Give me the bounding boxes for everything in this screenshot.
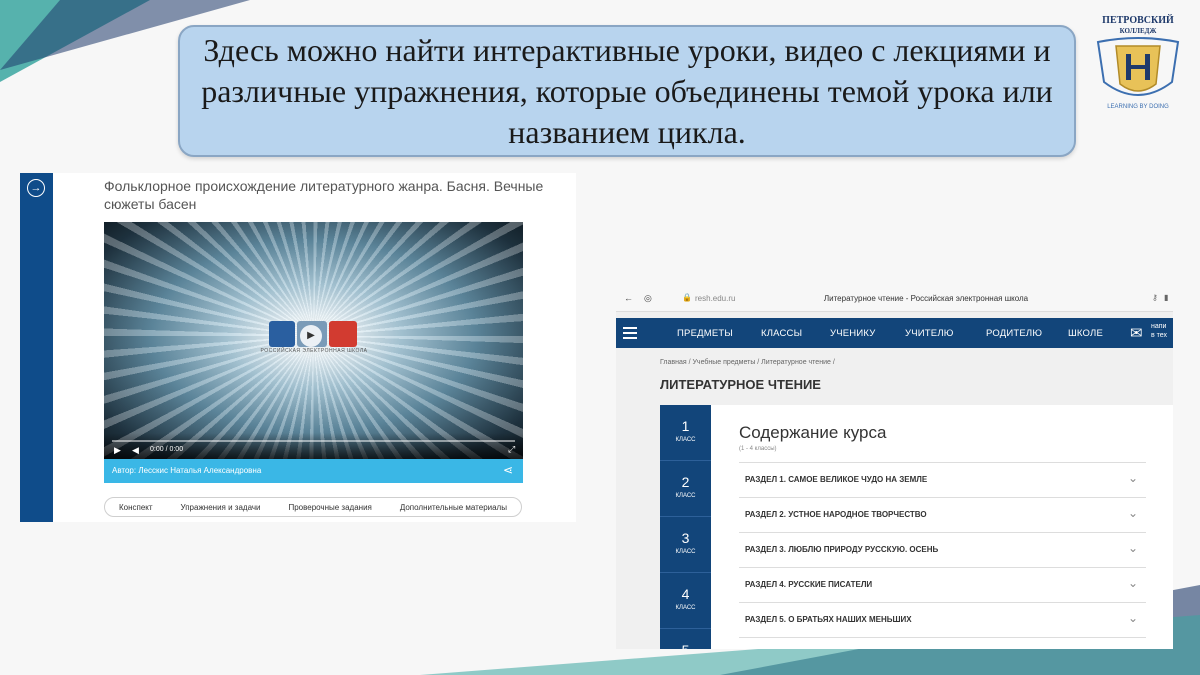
grade-2[interactable]: 2 КЛАСС [660,461,711,517]
tab-tests[interactable]: Проверочные задания [288,503,371,512]
lesson-sidebar: → [20,173,53,522]
grade-5[interactable]: 5 [660,629,711,649]
section-row[interactable]: РАЗДЕЛ 4. РУССКИЕ ПИСАТЕЛИ ⌄ [739,567,1146,602]
chevron-down-icon: ⌄ [1127,576,1138,590]
college-logo: ПЕТРОВСКИЙ КОЛЛЕДЖ LEARNING BY DOING [1096,14,1180,110]
chevron-down-icon: ⌄ [1127,541,1138,555]
play-small-icon[interactable]: ▶ [114,445,121,456]
lesson-screenshot: → Фольклорное происхождение литературног… [20,173,576,522]
play-icon[interactable]: ▶ [300,325,322,347]
callout-text: Здесь можно найти интерактивные уроки, в… [201,31,1053,150]
svg-text:LEARNING BY DOING: LEARNING BY DOING [1107,104,1169,110]
browser-bar: ← ◎ 🔒 resh.edu.ru Литературное чтение - … [616,287,1173,312]
volume-icon[interactable]: ◀ [132,445,139,456]
key-icon[interactable]: ⚷ [1152,293,1158,302]
menu-icon[interactable] [623,327,637,339]
main-nav: ПРЕДМЕТЫ КЛАССЫ УЧЕНИКУ УЧИТЕЛЮ РОДИТЕЛЮ… [616,318,1173,348]
section-row[interactable]: РАЗДЕЛ 3. ЛЮБЛЮ ПРИРОДУ РУССКУЮ. ОСЕНЬ ⌄ [739,532,1146,567]
nav-subjects[interactable]: ПРЕДМЕТЫ [677,328,733,339]
lock-icon: 🔒 [682,293,692,302]
course-subtitle: (1 - 4 классы) [739,446,777,452]
grade-selector: 1КЛАСС 2КЛАСС 3КЛАСС 4КЛАСС 5 [660,405,711,649]
chevron-down-icon: ⌄ [1127,506,1138,520]
bookmark-icon[interactable]: ▮ [1164,293,1168,302]
grade-4[interactable]: 4 КЛАСС [660,573,711,629]
svg-text:КОЛЛЕДЖ: КОЛЛЕДЖ [1120,27,1157,35]
mail-icon[interactable]: ✉ [1130,326,1143,341]
url-text[interactable]: resh.edu.ru [695,294,735,303]
course-content: Содержание курса (1 - 4 классы) РАЗДЕЛ 1… [711,405,1173,649]
grade-3[interactable]: 3 КЛАСС [660,517,711,573]
svg-text:ПЕТРОВСКИЙ: ПЕТРОВСКИЙ [1102,14,1174,26]
section-row[interactable]: РАЗДЕЛ 2. УСТНОЕ НАРОДНОЕ ТВОРЧЕСТВО ⌄ [739,497,1146,532]
section-row[interactable]: РАЗДЕЛ 1. САМОЕ ВЕЛИКОЕ ЧУДО НА ЗЕМЛЕ ⌄ [739,462,1146,497]
nav-school[interactable]: ШКОЛЕ [1068,328,1103,339]
resh-logo-caption: РОССИЙСКАЯ ЭЛЕКТРОННАЯ ШКОЛА [260,348,368,354]
nav-teacher[interactable]: УЧИТЕЛЮ [905,328,954,339]
browser-title: Литературное чтение - Российская электро… [823,294,1029,303]
fullscreen-icon[interactable]: ⤢ [508,444,515,455]
chevron-down-icon: ⌄ [1127,471,1138,485]
lesson-tabs: Конспект Упражнения и задачи Проверочные… [104,497,522,517]
back-icon[interactable]: ← [624,293,633,303]
tab-extra[interactable]: Дополнительные материалы [400,503,507,512]
breadcrumb[interactable]: Главная / Учебные предметы / Литературно… [660,359,835,366]
course-title: Содержание курса [739,423,887,442]
video-player[interactable]: РОССИЙСКАЯ ЭЛЕКТРОННАЯ ШКОЛА ▶ ▶ ◀ 0:00 … [104,222,523,459]
support-link[interactable]: напи в тех [1151,322,1167,340]
tab-exercises[interactable]: Упражнения и задачи [180,503,260,512]
lesson-title: Фольклорное происхождение литературного … [104,178,544,212]
video-progress-bar[interactable] [112,440,515,442]
video-controls: ▶ ◀ 0:00 / 0:00 ⤢ [104,433,523,459]
author-text: Автор: Лесскис Наталья Александровна [112,466,262,475]
nav-student[interactable]: УЧЕНИКУ [830,328,875,339]
reload-icon[interactable]: ◎ [644,293,652,304]
section-row[interactable]: РАЗДЕЛ 5. О БРАТЬЯХ НАШИХ МЕНЬШИХ ⌄ [739,602,1146,638]
author-bar: Автор: Лесскис Наталья Александровна ⋖ [104,459,523,483]
arrow-right-circle-icon[interactable]: → [27,179,45,197]
page-title: ЛИТЕРАТУРНОЕ ЧТЕНИЕ [660,377,821,392]
callout-box: Здесь можно найти интерактивные уроки, в… [178,25,1076,157]
chevron-down-icon: ⌄ [1127,611,1138,625]
nav-parent[interactable]: РОДИТЕЛЮ [986,328,1042,339]
nav-classes[interactable]: КЛАССЫ [761,328,802,339]
grade-1[interactable]: 1 КЛАСС [660,405,711,461]
video-time: 0:00 / 0:00 [150,446,184,453]
share-icon[interactable]: ⋖ [503,463,513,477]
course-screenshot: ← ◎ 🔒 resh.edu.ru Литературное чтение - … [616,287,1173,649]
tab-konspekt[interactable]: Конспект [119,503,153,512]
